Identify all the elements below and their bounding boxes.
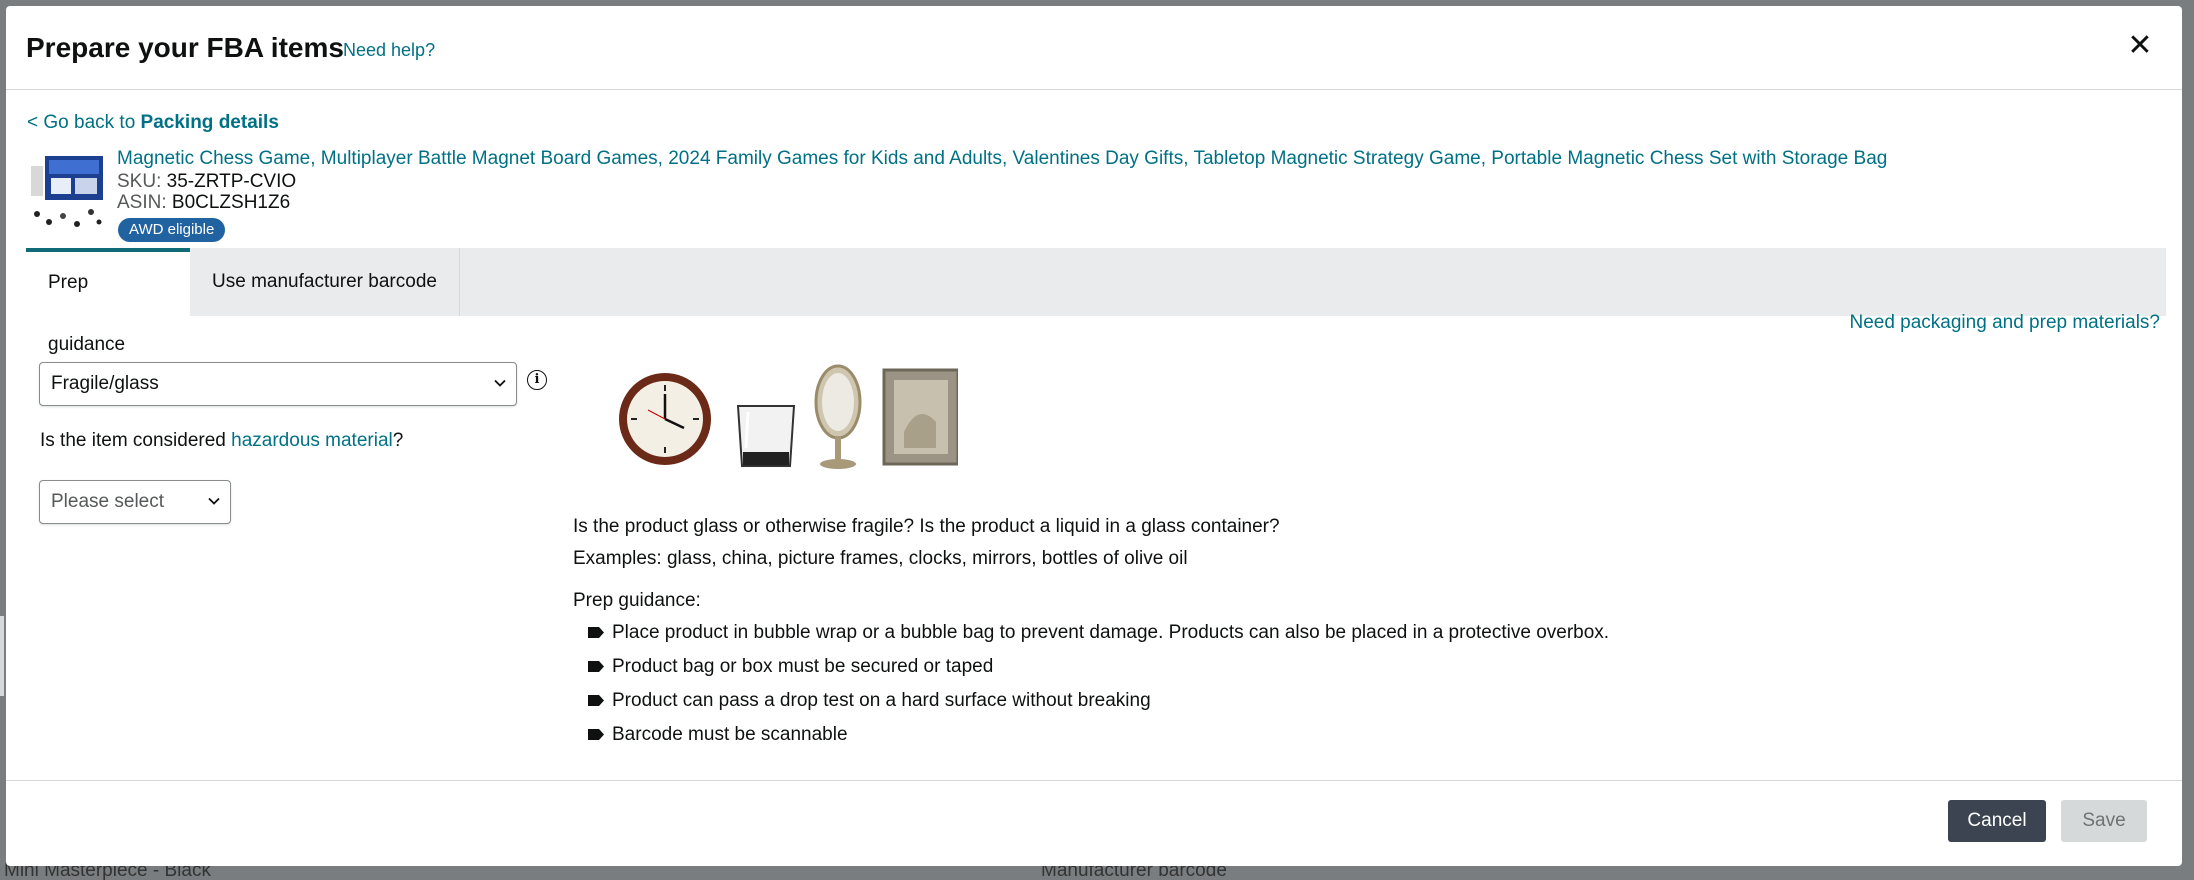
modal-header: Prepare your FBA items Need help? ✕ xyxy=(6,6,2182,90)
cancel-button[interactable]: Cancel xyxy=(1948,800,2046,842)
fragile-examples: Examples: glass, china, picture frames, … xyxy=(573,548,1188,569)
awd-eligible-badge: AWD eligible xyxy=(118,218,226,242)
chevron-down-icon xyxy=(494,379,506,387)
close-icon[interactable]: ✕ xyxy=(2124,30,2156,62)
packaging-materials-link[interactable]: Need packaging and prep materials? xyxy=(1849,312,2160,334)
tab-manufacturer-barcode[interactable]: Use manufacturer barcode xyxy=(190,248,460,316)
fragile-examples-image xyxy=(619,364,958,469)
tag-bullet-icon xyxy=(588,695,604,706)
tag-bullet-icon xyxy=(588,627,604,638)
prep-category-select[interactable]: Fragile/glass xyxy=(39,362,517,406)
chevron-down-icon xyxy=(208,497,220,505)
list-item: Product bag or box must be secured or ta… xyxy=(584,656,1609,690)
sku-value: 35-ZRTP-CVIO xyxy=(166,171,297,192)
prep-guidance-heading: Prep guidance: xyxy=(573,590,701,611)
modal-footer xyxy=(6,780,2182,866)
prep-category-value: Fragile/glass xyxy=(51,373,159,394)
list-item: Barcode must be scannable xyxy=(584,724,1609,758)
asin-value: B0CLZSH1Z6 xyxy=(171,192,291,213)
back-link-prefix: < Go back to xyxy=(27,112,141,133)
fragile-question: Is the product glass or otherwise fragil… xyxy=(573,516,1280,537)
list-item: Product can pass a drop test on a hard s… xyxy=(584,690,1609,724)
hazmat-select[interactable]: Please select xyxy=(39,480,231,524)
tag-bullet-icon xyxy=(588,729,604,740)
product-title-link[interactable]: Magnetic Chess Game, Multiplayer Battle … xyxy=(117,148,1887,170)
back-to-packing-link[interactable]: < Go back to Packing details xyxy=(27,112,279,134)
hazmat-question-prefix: Is the item considered xyxy=(40,430,232,451)
tab-prep-guidance[interactable]: Prep guidance xyxy=(26,248,190,355)
info-icon[interactable]: i xyxy=(527,370,547,390)
bullet-text: Product bag or box must be secured or ta… xyxy=(612,656,994,677)
hazmat-question-suffix: ? xyxy=(392,430,404,451)
back-link-target: Packing details xyxy=(140,112,279,133)
hazmat-question: Is the item considered hazardous materia… xyxy=(40,430,403,452)
product-sku: SKU: 35-ZRTP-CVIO xyxy=(117,171,296,193)
bullet-text: Barcode must be scannable xyxy=(612,724,848,745)
save-button[interactable]: Save xyxy=(2061,800,2147,842)
product-asin: ASIN: B0CLZSH1Z6 xyxy=(117,192,290,214)
picture-frame-icon xyxy=(882,368,958,466)
need-help-link[interactable]: Need help? xyxy=(343,40,435,61)
product-summary: Magnetic Chess Game, Multiplayer Battle … xyxy=(27,144,2167,244)
hazardous-material-link[interactable]: hazardous material xyxy=(231,430,393,451)
bullet-text: Place product in bubble wrap or a bubble… xyxy=(612,622,1610,643)
asin-label: ASIN: xyxy=(117,192,167,213)
prepare-items-modal: Prepare your FBA items Need help? ✕ < Go… xyxy=(6,6,2182,866)
tag-bullet-icon xyxy=(588,661,604,672)
modal-title: Prepare your FBA items xyxy=(26,32,344,63)
mirror-icon xyxy=(814,364,862,469)
hazmat-select-value: Please select xyxy=(51,491,165,512)
tab-bar: Prep guidance Use manufacturer barcode xyxy=(26,248,2166,355)
product-thumbnail xyxy=(27,152,107,230)
sku-label: SKU: xyxy=(117,171,162,192)
list-item: Place product in bubble wrap or a bubble… xyxy=(584,622,1609,656)
glass-icon xyxy=(736,405,796,467)
background-page-edge xyxy=(0,616,4,696)
prep-guidance-list: Place product in bubble wrap or a bubble… xyxy=(584,622,1609,758)
bullet-text: Product can pass a drop test on a hard s… xyxy=(612,690,1151,711)
